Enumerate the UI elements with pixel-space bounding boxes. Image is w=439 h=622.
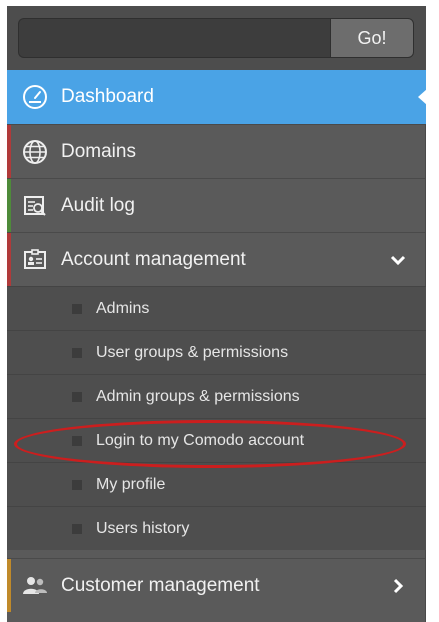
submenu-item-admins[interactable]: Admins <box>7 286 426 330</box>
sidebar-item-label: Domains <box>61 140 136 162</box>
submenu-item-label: Admins <box>96 299 150 317</box>
accent-bar <box>7 233 11 286</box>
submenu-item-label: User groups & permissions <box>96 343 289 361</box>
chevron-right-icon <box>386 574 410 598</box>
accent-bar <box>7 559 11 612</box>
sidebar-item-label: Account management <box>61 248 246 270</box>
sidebar-item-domains[interactable]: Domains <box>7 124 426 178</box>
bullet-icon <box>72 479 82 490</box>
sidebar-item-label: Dashboard <box>61 86 154 107</box>
sidebar-item-customer-management[interactable]: Customer management <box>7 558 426 612</box>
page-frame: Go! Dashboard Domains Audit log Account … <box>0 0 439 622</box>
submenu-item-label: My profile <box>96 475 166 493</box>
search-input[interactable] <box>18 18 330 58</box>
bullet-icon <box>72 523 82 534</box>
bullet-icon <box>72 391 82 402</box>
sidebar-item-audit-log[interactable]: Audit log <box>7 178 426 232</box>
bullet-icon <box>72 303 82 314</box>
submenu-item-users-history[interactable]: Users history <box>7 506 426 550</box>
chevron-down-icon <box>386 248 410 272</box>
submenu-item-label: Admin groups & permissions <box>96 387 300 405</box>
audit-log-icon <box>22 193 48 219</box>
bullet-icon <box>72 435 82 446</box>
search-bar: Go! <box>7 6 426 70</box>
sidebar-item-label: Customer management <box>61 574 260 596</box>
bullet-icon <box>72 347 82 358</box>
gauge-icon <box>22 84 48 110</box>
active-indicator <box>418 89 427 105</box>
sidebar: Go! Dashboard Domains Audit log Account … <box>7 6 427 622</box>
sidebar-item-dashboard[interactable]: Dashboard <box>7 70 427 124</box>
submenu-item-label: Login to my Comodo account <box>96 431 305 449</box>
submenu-item-user-groups[interactable]: User groups & permissions <box>7 330 426 374</box>
sidebar-item-account-management[interactable]: Account management <box>7 232 426 286</box>
submenu-item-label: Users history <box>96 519 190 537</box>
go-button[interactable]: Go! <box>330 18 414 58</box>
submenu-item-admin-groups[interactable]: Admin groups & permissions <box>7 374 426 418</box>
accent-bar <box>7 179 11 232</box>
sidebar-item-label: Audit log <box>61 194 135 216</box>
accent-bar <box>7 125 11 178</box>
globe-icon <box>22 139 48 165</box>
submenu-item-login-comodo[interactable]: Login to my Comodo account <box>7 418 426 462</box>
users-icon <box>22 573 48 599</box>
submenu-item-my-profile[interactable]: My profile <box>7 462 426 506</box>
id-card-icon <box>22 247 48 273</box>
